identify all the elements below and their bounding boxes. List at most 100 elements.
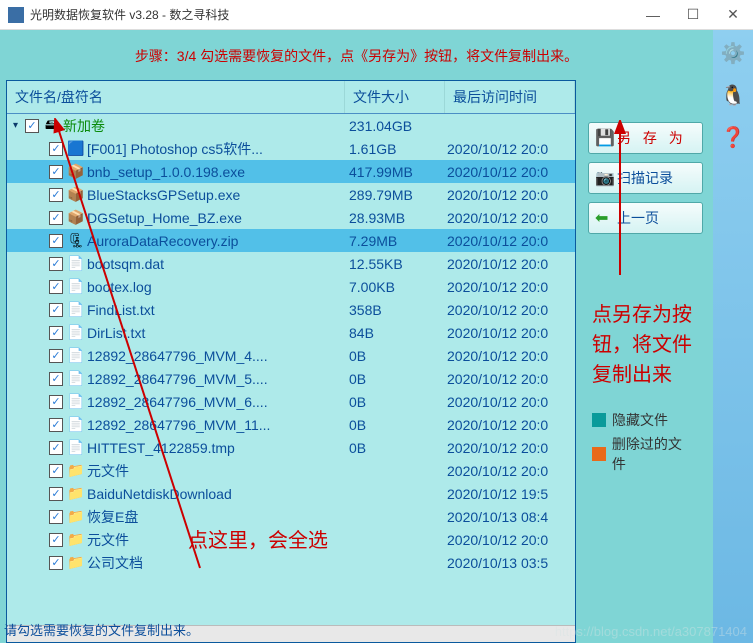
qq-icon[interactable]: 🐧 xyxy=(718,80,748,110)
file-row[interactable]: ✓📄12892_28647796_MVM_11...0B2020/10/12 2… xyxy=(7,413,575,436)
file-row[interactable]: ✓📄12892_28647796_MVM_5....0B2020/10/12 2… xyxy=(7,367,575,390)
file-name: 公司文档 xyxy=(87,553,349,573)
row-checkbox[interactable]: ✓ xyxy=(49,188,63,202)
file-row[interactable]: ✓📁公司文档2020/10/13 03:5 xyxy=(7,551,575,574)
prev-page-button[interactable]: ⬅ 上一页 xyxy=(588,202,703,234)
file-icon: 🟦 xyxy=(67,140,85,157)
file-icon: 📁 xyxy=(67,508,85,525)
camera-icon: 📷 xyxy=(595,168,617,188)
file-name: BlueStacksGPSetup.exe xyxy=(87,187,349,203)
root-size: 231.04GB xyxy=(349,118,447,134)
row-checkbox[interactable]: ✓ xyxy=(49,303,63,317)
row-checkbox[interactable]: ✓ xyxy=(49,395,63,409)
row-checkbox[interactable]: ✓ xyxy=(49,280,63,294)
file-time: 2020/10/13 08:4 xyxy=(447,509,575,525)
file-size: 0B xyxy=(349,394,447,410)
file-row[interactable]: ✓📁BaiduNetdiskDownload2020/10/12 19:5 xyxy=(7,482,575,505)
file-icon: 📄 xyxy=(67,255,85,272)
file-time: 2020/10/12 20:0 xyxy=(447,325,575,341)
file-icon: 📄 xyxy=(67,370,85,387)
file-time: 2020/10/12 20:0 xyxy=(447,164,575,180)
file-row[interactable]: ✓🟦[F001] Photoshop cs5软件...1.61GB2020/10… xyxy=(7,137,575,160)
file-row[interactable]: ✓📄FindList.txt358B2020/10/12 20:0 xyxy=(7,298,575,321)
file-time: 2020/10/12 20:0 xyxy=(447,210,575,226)
file-row[interactable]: ✓📦bnb_setup_1.0.0.198.exe417.99MB2020/10… xyxy=(7,160,575,183)
row-checkbox[interactable]: ✓ xyxy=(49,372,63,386)
row-checkbox[interactable]: ✓ xyxy=(49,257,63,271)
file-name: AuroraDataRecovery.zip xyxy=(87,233,349,249)
file-name: 12892_28647796_MVM_11... xyxy=(87,417,349,433)
right-pane: 💾 另 存 为 📷 扫描记录 ⬅ 上一页 点另存为按钮，将文件复制出来 隐藏文件… xyxy=(582,80,707,643)
watermark: https://blog.csdn.net/a307871404 xyxy=(555,624,747,639)
file-row[interactable]: ✓📦DGSetup_Home_BZ.exe28.93MB2020/10/12 2… xyxy=(7,206,575,229)
file-row[interactable]: ✓📄HITTEST_4122859.tmp0B2020/10/12 20:0 xyxy=(7,436,575,459)
file-icon: 📦 xyxy=(67,209,85,226)
row-checkbox[interactable]: ✓ xyxy=(49,326,63,340)
file-time: 2020/10/12 20:0 xyxy=(447,187,575,203)
help-icon[interactable]: ❓ xyxy=(718,122,748,152)
file-icon: 📦 xyxy=(67,163,85,180)
file-list-panel: 文件名/盘符名 文件大小 最后访问时间 ▾ ✓ 🖴 新加卷 231.04GB ✓… xyxy=(6,80,576,643)
row-checkbox[interactable]: ✓ xyxy=(49,510,63,524)
file-size: 84B xyxy=(349,325,447,341)
file-name: 元文件 xyxy=(87,461,349,481)
row-checkbox[interactable]: ✓ xyxy=(49,349,63,363)
file-row[interactable]: ✓📦BlueStacksGPSetup.exe289.79MB2020/10/1… xyxy=(7,183,575,206)
file-icon: 📄 xyxy=(67,324,85,341)
file-time: 2020/10/12 20:0 xyxy=(447,532,575,548)
file-row[interactable]: ✓📁元文件2020/10/12 20:0 xyxy=(7,459,575,482)
file-name: DirList.txt xyxy=(87,325,349,341)
file-row[interactable]: ✓📄bootex.log7.00KB2020/10/12 20:0 xyxy=(7,275,575,298)
expand-icon[interactable]: ▾ xyxy=(13,120,25,131)
titlebar: 光明数据恢复软件 v3.28 - 数之寻科技 — ☐ ✕ xyxy=(0,0,753,30)
col-time-header[interactable]: 最后访问时间 xyxy=(445,81,575,113)
legend-deleted: 删除过的文件 xyxy=(592,434,695,474)
row-checkbox[interactable]: ✓ xyxy=(49,234,63,248)
select-all-checkbox[interactable]: ✓ xyxy=(25,119,39,133)
legend-square-icon xyxy=(592,447,606,461)
row-checkbox[interactable]: ✓ xyxy=(49,556,63,570)
file-name: BaiduNetdiskDownload xyxy=(87,486,349,502)
save-as-button[interactable]: 💾 另 存 为 xyxy=(588,122,703,154)
file-row[interactable]: ✓🗜AuroraDataRecovery.zip7.29MB2020/10/12… xyxy=(7,229,575,252)
save-annotation: 点另存为按钮，将文件复制出来 xyxy=(592,300,695,390)
file-name: 12892_28647796_MVM_5.... xyxy=(87,371,349,387)
file-icon: 📄 xyxy=(67,393,85,410)
file-row[interactable]: ✓ 📄DirList.txt84B2020/10/12 20:0 xyxy=(7,321,575,344)
file-time: 2020/10/12 20:0 xyxy=(447,256,575,272)
row-checkbox[interactable]: ✓ xyxy=(49,441,63,455)
scan-log-button[interactable]: 📷 扫描记录 xyxy=(588,162,703,194)
file-row[interactable]: ✓📄12892_28647796_MVM_6....0B2020/10/12 2… xyxy=(7,390,575,413)
row-checkbox[interactable]: ✓ xyxy=(49,211,63,225)
file-row[interactable]: ✓📄bootsqm.dat12.55KB2020/10/12 20:0 xyxy=(7,252,575,275)
back-icon: ⬅ xyxy=(595,208,617,228)
right-sidebar: ⚙️ 🐧 ❓ xyxy=(713,30,753,643)
settings-icon[interactable]: ⚙️ xyxy=(718,38,748,68)
file-icon: 📄 xyxy=(67,439,85,456)
file-size: 358B xyxy=(349,302,447,318)
file-row[interactable]: ✓📄12892_28647796_MVM_4....0B2020/10/12 2… xyxy=(7,344,575,367)
close-button[interactable]: ✕ xyxy=(713,0,753,30)
file-time: 2020/10/12 20:0 xyxy=(447,279,575,295)
row-checkbox[interactable]: ✓ xyxy=(49,464,63,478)
col-size-header[interactable]: 文件大小 xyxy=(345,81,445,113)
col-name-header[interactable]: 文件名/盘符名 xyxy=(7,81,345,113)
row-checkbox[interactable]: ✓ xyxy=(49,165,63,179)
file-time: 2020/10/12 20:0 xyxy=(447,302,575,318)
root-row[interactable]: ▾ ✓ 🖴 新加卷 231.04GB xyxy=(7,114,575,137)
row-checkbox[interactable]: ✓ xyxy=(49,487,63,501)
file-name: [F001] Photoshop cs5软件... xyxy=(87,139,349,159)
minimize-button[interactable]: — xyxy=(633,0,673,30)
row-checkbox[interactable]: ✓ xyxy=(49,533,63,547)
row-checkbox[interactable]: ✓ xyxy=(49,418,63,432)
file-name: DGSetup_Home_BZ.exe xyxy=(87,210,349,226)
file-name: bootex.log xyxy=(87,279,349,295)
file-time: 2020/10/12 20:0 xyxy=(447,394,575,410)
row-checkbox[interactable]: ✓ xyxy=(49,142,63,156)
file-time: 2020/10/12 19:5 xyxy=(447,486,575,502)
maximize-button[interactable]: ☐ xyxy=(673,0,713,30)
legend-hidden: 隐藏文件 xyxy=(592,410,695,430)
file-time: 2020/10/12 20:0 xyxy=(447,141,575,157)
file-size: 12.55KB xyxy=(349,256,447,272)
file-time: 2020/10/12 20:0 xyxy=(447,440,575,456)
